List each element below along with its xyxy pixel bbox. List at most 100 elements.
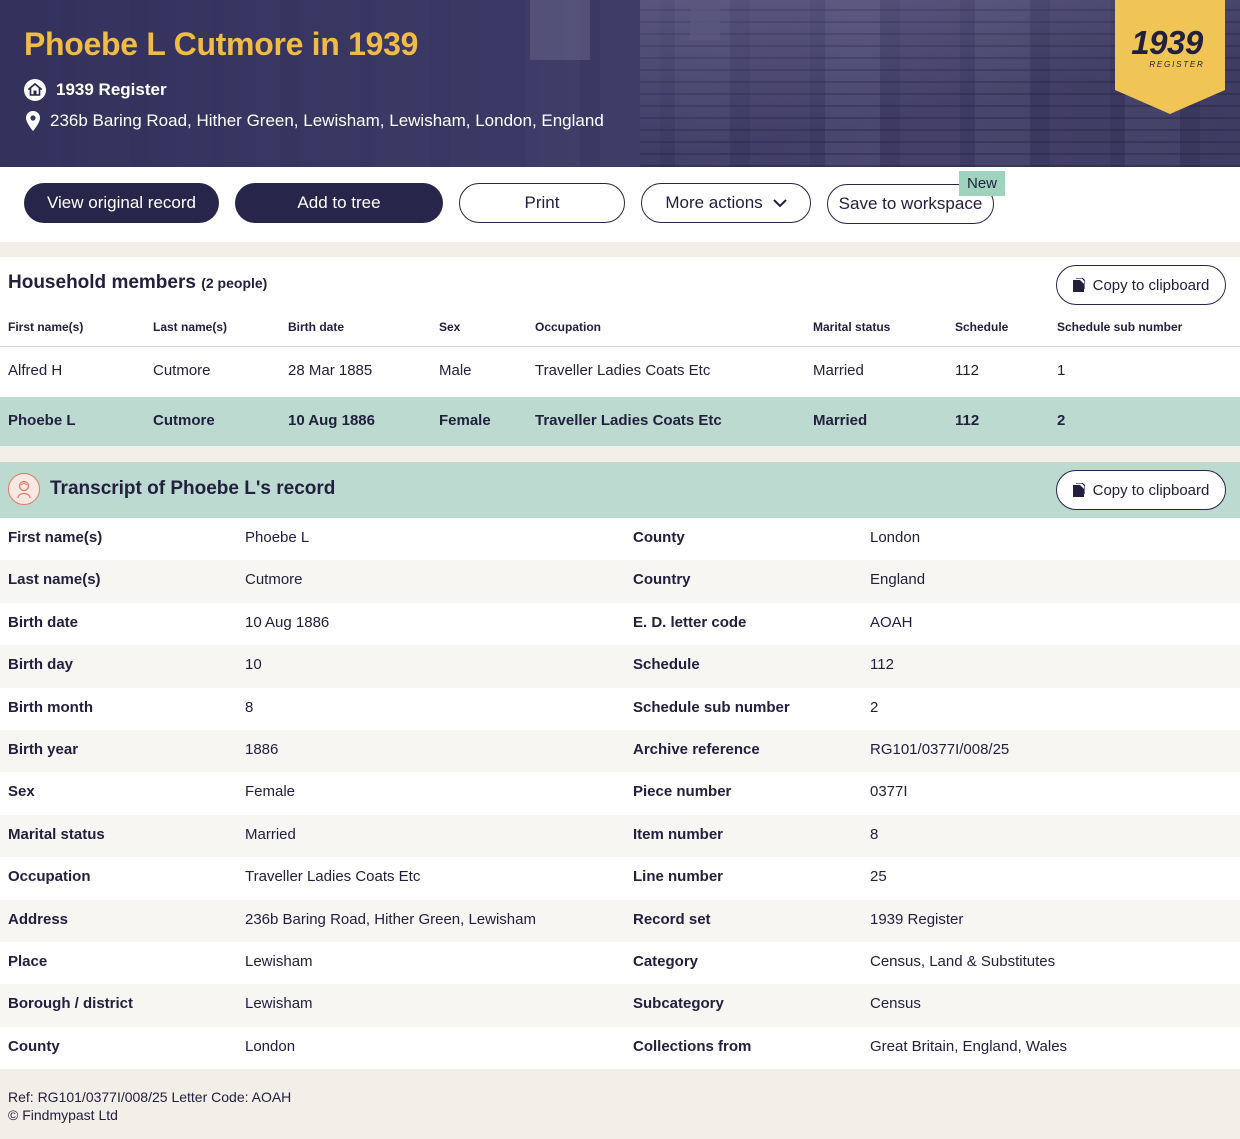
reference-line: Ref: RG101/0377I/008/25 Letter Code: AOA…: [8, 1089, 292, 1105]
transcript-right-value: Census: [870, 995, 921, 1013]
cell-schedule-sub-number: 1: [1057, 362, 1066, 379]
transcript-right-value: 0377I: [870, 783, 908, 801]
clipboard-icon: [1072, 278, 1085, 292]
transcript-left-value: Married: [245, 825, 296, 843]
transcript-left-label: Place: [8, 952, 48, 970]
transcript-left-value: Lewisham: [245, 952, 313, 970]
cell-last-name: Cutmore: [153, 412, 215, 429]
transcript-right-value: RG101/0377I/008/25: [870, 740, 1010, 758]
location-pin-icon: [26, 111, 40, 131]
transcript-left-label: Address: [8, 910, 69, 928]
view-original-record-button[interactable]: View original record: [24, 183, 219, 223]
column-header-schedule-sub-number[interactable]: Schedule sub number: [1057, 320, 1182, 334]
transcript-left-value: 236b Baring Road, Hither Green, Lewisham: [245, 910, 536, 928]
record-header: Phoebe L Cutmore in 1939 1939 Register 2…: [0, 0, 1240, 167]
household-title: Household members: [8, 272, 196, 293]
column-header-occupation[interactable]: Occupation: [535, 320, 601, 334]
transcript-left-label: Sex: [8, 783, 35, 801]
transcript-right-label: County: [633, 529, 685, 546]
transcript-header: Transcript of Phoebe L's record Copy to …: [0, 462, 1240, 518]
transcript-row: Sex Female Piece number 0377I: [0, 772, 1240, 815]
transcript-right-label: Schedule sub number: [633, 698, 790, 716]
column-header-last-name[interactable]: Last name(s): [153, 320, 227, 334]
transcript-left-value: Lewisham: [245, 995, 313, 1013]
transcript-left-label: Borough / district: [8, 995, 133, 1013]
transcript-right-value: Census, Land & Substitutes: [870, 952, 1056, 970]
column-header-marital-status[interactable]: Marital status: [813, 320, 890, 334]
household-members-section: Household members (2 people) Copy to cli…: [0, 257, 1240, 446]
transcript-left-value: Cutmore: [245, 571, 303, 589]
cell-sex: Male: [439, 362, 472, 379]
column-header-sex[interactable]: Sex: [439, 320, 460, 334]
transcript-right-label: Country: [633, 571, 691, 589]
column-header-birth-date[interactable]: Birth date: [288, 320, 344, 334]
transcript-row: County London Collections from Great Britai…: [0, 1026, 1240, 1070]
transcript-left-label: Birth year: [8, 740, 79, 758]
transcript-right-label: Schedule: [633, 656, 700, 674]
column-header-first-name[interactable]: First name(s): [8, 320, 83, 334]
record-address: 236b Baring Road, Hither Green, Lewisham…: [50, 111, 604, 130]
cell-first-name[interactable]: Phoebe L: [8, 412, 76, 429]
transcript-right-value: 8: [870, 825, 879, 843]
transcript-right-value: England: [870, 571, 926, 589]
transcript-right-label: Line number: [633, 868, 724, 886]
transcript-copy-button[interactable]: Copy to clipboard: [1056, 470, 1226, 510]
transcript-right-label: Item number: [633, 825, 724, 843]
transcript-left-value: 8: [245, 698, 254, 716]
badge-subtitle: REGISTER: [1149, 60, 1205, 69]
column-header-schedule[interactable]: Schedule: [955, 320, 1008, 334]
address-line: 236b Baring Road, Hither Green, Lewisham…: [24, 111, 604, 131]
transcript-row: First name(s) Phoebe L County London: [0, 518, 1240, 561]
transcript-left-label: Marital status: [8, 825, 105, 843]
transcript-right-label: E. D. letter code: [633, 613, 747, 631]
background-chimney: [530, 0, 590, 60]
person-transcript-icon: [8, 473, 40, 505]
transcript-left-value: Phoebe L: [245, 529, 310, 546]
transcript-left-value: Female: [245, 783, 296, 801]
cell-birth-date: 28 Mar 1885: [288, 362, 373, 379]
transcript-right-value: 2: [870, 698, 879, 716]
chevron-down-icon: [772, 198, 787, 207]
transcript-row: Birth day 10 Schedule 112: [0, 645, 1240, 688]
household-row-alfred[interactable]: Alfred H Cutmore 28 Mar 1885 Male Travel…: [0, 347, 1240, 396]
transcript-left-label: Birth date: [8, 613, 79, 631]
transcript-table: First name(s) Phoebe L County London Last na…: [0, 518, 1240, 1070]
transcript-row: Place Lewisham Category Census, Land & Subs…: [0, 941, 1240, 985]
transcript-title: Transcript of Phoebe L's record: [50, 478, 336, 499]
transcript-right-value: Great Britain, England, Wales: [870, 1037, 1068, 1055]
cell-marital-status: Married: [813, 412, 868, 429]
household-row-phoebe-selected[interactable]: Phoebe L Cutmore 10 Aug 1886 Female Trav…: [0, 397, 1240, 446]
record-set-name: 1939 Register: [56, 80, 167, 99]
transcript-right-value: AOAH: [870, 613, 913, 631]
cell-schedule: 112: [955, 362, 979, 379]
transcript-left-label: First name(s): [8, 529, 103, 546]
transcript-left-label: Birth month: [8, 698, 93, 716]
transcript-row: Borough / district Lewisham Subcategory Cen…: [0, 984, 1240, 1027]
register-house-icon: [24, 79, 46, 101]
household-count: (2 people): [201, 275, 268, 291]
household-heading: Household members (2 people): [8, 272, 267, 294]
transcript-left-value: Traveller Ladies Coats Etc: [245, 868, 421, 886]
transcript-row: Birth month 8 Schedule sub number 2: [0, 687, 1240, 730]
register-1939-logo: 1939 REGISTER: [1115, 0, 1225, 114]
cell-occupation: Traveller Ladies Coats Etc: [535, 412, 722, 429]
transcript-right-label: Collections from: [633, 1037, 752, 1055]
action-bar: View original record Add to tree Print M…: [0, 167, 1240, 242]
transcript-right-value: 112: [870, 656, 894, 674]
copy-label: Copy to clipboard: [1092, 481, 1210, 499]
clipboard-icon: [1072, 483, 1085, 497]
transcript-left-value: London: [245, 1037, 296, 1055]
household-copy-button[interactable]: Copy to clipboard: [1056, 265, 1226, 305]
print-button[interactable]: Print: [459, 183, 625, 223]
page-title: Phoebe L Cutmore in 1939: [24, 26, 419, 62]
background-chimney: [690, 0, 720, 40]
record-set-line: 1939 Register: [24, 79, 167, 101]
add-to-tree-button[interactable]: Add to tree: [235, 183, 443, 223]
cell-marital-status: Married: [813, 362, 864, 379]
cell-schedule: 112: [955, 412, 980, 429]
cell-birth-date: 10 Aug 1886: [288, 412, 375, 429]
cell-first-name[interactable]: Alfred H: [8, 362, 62, 379]
more-actions-button[interactable]: More actions: [641, 183, 811, 223]
transcript-row: Birth year 1886 Archive reference RG101/037…: [0, 729, 1240, 773]
transcript-right-label: Piece number: [633, 783, 732, 801]
